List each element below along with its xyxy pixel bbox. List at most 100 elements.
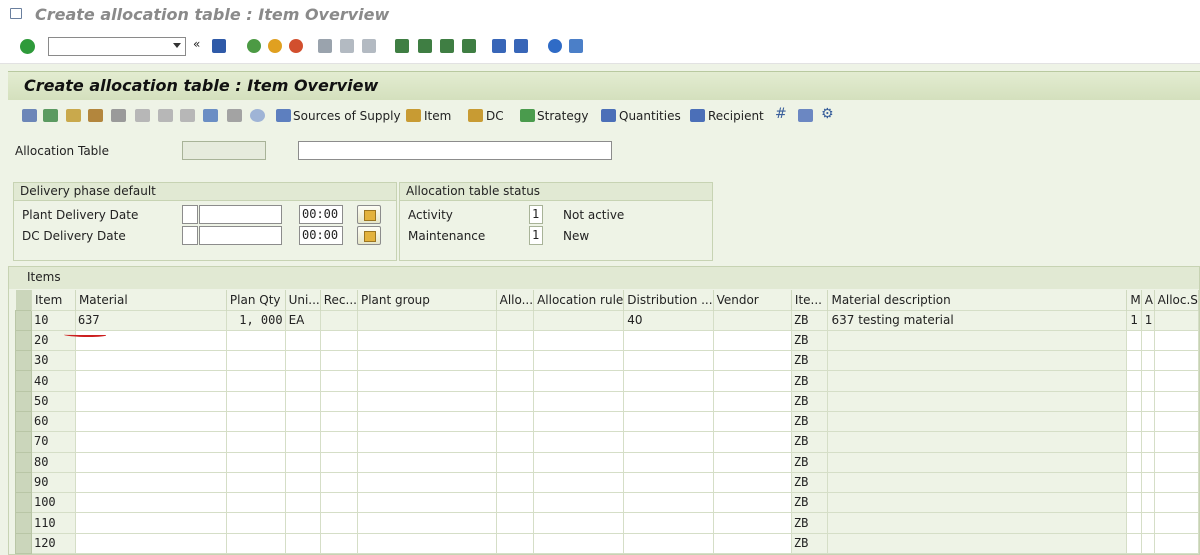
table-cell[interactable] (225, 350, 286, 372)
table-cell[interactable] (356, 431, 497, 453)
table-cell[interactable] (356, 471, 497, 494)
column-header[interactable]: Uni... (285, 290, 321, 310)
command-field[interactable] (48, 37, 186, 56)
strategy-button[interactable]: Strategy (537, 109, 588, 123)
table-cell[interactable] (356, 492, 497, 514)
table-cell[interactable]: 70 (30, 431, 76, 453)
table-cell[interactable] (533, 309, 625, 331)
table-cell[interactable]: 80 (30, 451, 76, 473)
row-selector[interactable] (15, 410, 32, 433)
table-cell[interactable] (495, 390, 535, 412)
table-cell[interactable] (284, 350, 321, 372)
table-cell[interactable] (712, 410, 792, 433)
column-header[interactable]: Allo... (496, 290, 535, 310)
row-selector[interactable] (15, 390, 32, 412)
double-chevron-icon[interactable]: « (193, 37, 207, 51)
table-cell[interactable] (284, 390, 321, 412)
calendar-icon[interactable] (66, 109, 81, 122)
column-header[interactable]: Plant group (357, 290, 497, 310)
table-cell[interactable]: 100 (30, 492, 76, 514)
table-cell[interactable] (533, 390, 625, 412)
table-cell[interactable] (356, 329, 497, 352)
dc-delivery-check[interactable] (182, 226, 198, 245)
select-all-cell[interactable] (15, 290, 32, 310)
table-cell[interactable] (319, 410, 358, 433)
table-cell[interactable] (533, 329, 625, 352)
strategy-icon[interactable] (520, 109, 535, 122)
quantities-icon[interactable] (601, 109, 616, 122)
find-next-icon[interactable] (362, 39, 376, 53)
table-cell[interactable] (356, 410, 497, 433)
table-cell[interactable] (319, 532, 358, 554)
table-cell[interactable] (319, 390, 358, 412)
copy-icon[interactable] (135, 109, 150, 122)
table-cell[interactable] (319, 492, 358, 514)
last-page-icon[interactable] (462, 39, 476, 53)
table-cell[interactable] (225, 471, 286, 494)
table-cell[interactable] (533, 431, 625, 453)
column-header[interactable]: Material description (827, 290, 1128, 310)
table-cell[interactable] (495, 532, 535, 554)
table-cell[interactable]: 50 (30, 390, 76, 412)
table-cell[interactable] (623, 451, 714, 473)
table-cell[interactable] (74, 512, 227, 534)
table-cell[interactable] (356, 350, 497, 372)
table-cell[interactable] (533, 512, 625, 534)
table-row[interactable]: 40 ZB (15, 370, 1199, 392)
row-selector[interactable] (15, 512, 32, 534)
refresh-icon[interactable] (250, 109, 265, 122)
table-row[interactable]: 50 ZB (15, 390, 1199, 412)
back-icon[interactable] (247, 39, 261, 53)
table-cell[interactable] (225, 492, 286, 514)
table-cell[interactable] (225, 431, 286, 453)
table-cell[interactable] (74, 410, 227, 433)
column-header[interactable]: A (1141, 290, 1155, 310)
table-cell[interactable] (495, 350, 535, 372)
table-cell[interactable] (495, 451, 535, 473)
column-header[interactable]: Allocation rule (533, 290, 625, 310)
table-cell[interactable] (712, 431, 792, 453)
plant-delivery-check[interactable] (182, 205, 198, 224)
plant-delivery-date-input[interactable] (199, 205, 282, 224)
column-header[interactable]: Plan Qty (226, 290, 286, 310)
help-icon[interactable] (548, 39, 562, 53)
table-cell[interactable]: 30 (30, 350, 76, 372)
row-selector[interactable] (15, 370, 32, 392)
row-selector[interactable] (15, 471, 32, 494)
select-icon[interactable] (180, 109, 195, 122)
column-header[interactable]: Rec... (320, 290, 358, 310)
table-cell[interactable] (623, 410, 714, 433)
row-selector[interactable] (15, 309, 32, 331)
table-cell[interactable]: 40 (30, 370, 76, 392)
find-icon[interactable] (340, 39, 354, 53)
customize-layout-icon[interactable] (569, 39, 583, 53)
header-icon[interactable] (88, 109, 103, 122)
table-cell[interactable] (623, 390, 714, 412)
table-cell[interactable]: 40 (623, 309, 714, 331)
cancel-icon[interactable] (289, 39, 303, 53)
table-cell[interactable] (712, 532, 792, 554)
table-cell[interactable] (74, 431, 227, 453)
table-row[interactable]: 20 ZB (15, 329, 1199, 352)
row-selector[interactable] (15, 431, 32, 453)
plants-icon[interactable] (111, 109, 126, 122)
table-cell[interactable]: 120 (30, 532, 76, 554)
quantities-button[interactable]: Quantities (619, 109, 681, 123)
table-cell[interactable] (284, 451, 321, 473)
details-icon[interactable] (43, 109, 58, 122)
table-cell[interactable] (74, 471, 227, 494)
table-cell[interactable] (319, 350, 358, 372)
table-row[interactable]: 90 ZB (15, 471, 1199, 494)
table-cell[interactable] (712, 329, 792, 352)
table-cell[interactable] (623, 532, 714, 554)
table-cell[interactable] (319, 309, 358, 331)
previous-page-icon[interactable] (418, 39, 432, 53)
recipient-icon[interactable] (690, 109, 705, 122)
table-cell[interactable] (225, 512, 286, 534)
column-header[interactable]: Item (31, 290, 76, 310)
table-cell[interactable] (495, 309, 535, 331)
table-cell[interactable]: 110 (30, 512, 76, 534)
dc-icon[interactable] (468, 109, 483, 122)
table-cell[interactable] (74, 492, 227, 514)
table-cell[interactable] (284, 512, 321, 534)
